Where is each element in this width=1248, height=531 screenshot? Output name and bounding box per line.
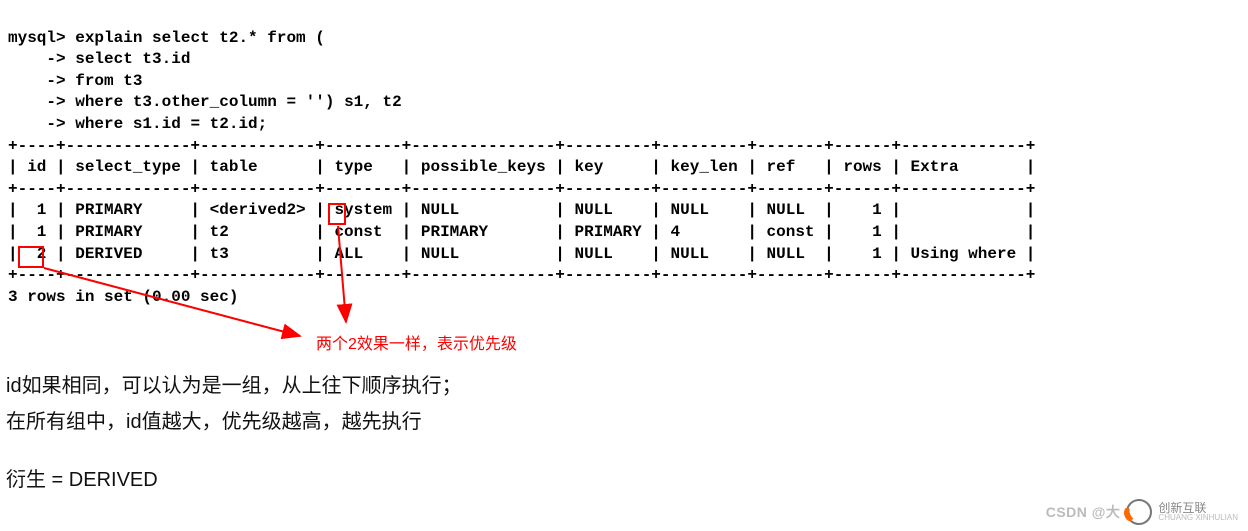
mysql-terminal-block: mysql> explain select t2.* from ( -> sel… <box>0 0 1248 308</box>
sql-line-2: -> select t3.id <box>8 50 190 68</box>
highlight-box-id2 <box>18 246 44 268</box>
commentary-line-2: 在所有组中，id值越大，优先级越高，越先执行 <box>6 404 1248 440</box>
table-row-1: | 1 | PRIMARY | <derived2> | system | NU… <box>8 201 1035 219</box>
sql-line-4: -> where t3.other_column = '') s1, t2 <box>8 93 402 111</box>
table-header: | id | select_type | table | type | poss… <box>8 158 1035 176</box>
table-row-3: | 2 | DERIVED | t3 | ALL | NULL | NULL |… <box>8 245 1035 263</box>
commentary-line-1: id如果相同，可以认为是一组，从上往下顺序执行； <box>6 368 1248 404</box>
commentary-line-3: 衍生 = DERIVED <box>6 462 1248 498</box>
sql-line-3: -> from t3 <box>8 72 142 90</box>
result-footer: 3 rows in set (0.00 sec) <box>8 288 238 306</box>
sql-line-5: -> where s1.id = t2.id; <box>8 115 267 133</box>
watermark-sub: CHUANG XINHULIAN <box>1158 514 1238 522</box>
sql-line-1: mysql> explain select t2.* from ( <box>8 29 325 47</box>
watermark-csdn: CSDN @大 <box>1046 502 1121 522</box>
table-border-top: +----+-------------+------------+-------… <box>8 137 1035 155</box>
brand-logo-icon <box>1126 499 1152 525</box>
table-border-bottom: +----+-------------+------------+-------… <box>8 266 1035 284</box>
highlight-box-derived2 <box>328 203 346 225</box>
table-border-mid: +----+-------------+------------+-------… <box>8 180 1035 198</box>
watermark: CSDN @大 创新互联 CHUANG XINHULIAN <box>1046 499 1238 525</box>
annotation-text: 两个2效果一样，表示优先级 <box>316 330 517 354</box>
table-row-2: | 1 | PRIMARY | t2 | const | PRIMARY | P… <box>8 223 1035 241</box>
